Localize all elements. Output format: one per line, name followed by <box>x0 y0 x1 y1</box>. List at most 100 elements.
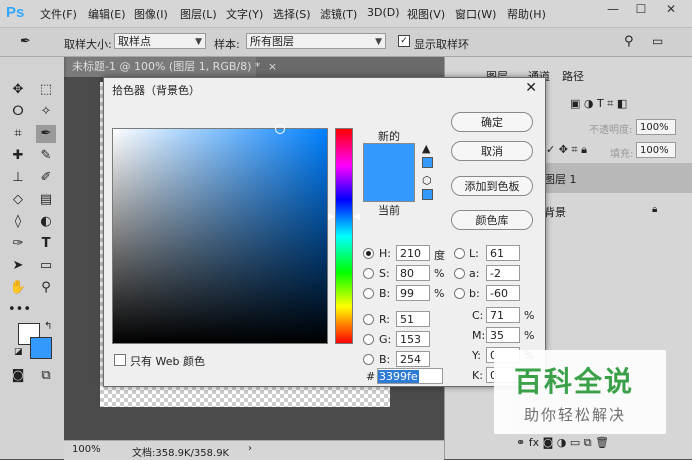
magic-wand-icon[interactable]: ✧ <box>36 103 56 121</box>
input-h[interactable]: 210 <box>396 245 430 261</box>
web-colors-checkbox[interactable] <box>114 354 126 366</box>
layer-name-background[interactable]: 背景 <box>544 204 566 220</box>
radio-blue[interactable] <box>363 354 374 365</box>
saturation-brightness-field[interactable] <box>112 128 328 344</box>
radio-g[interactable] <box>363 334 374 345</box>
background-color-swatch[interactable] <box>30 337 52 359</box>
dodge-tool-icon[interactable]: ◐ <box>36 213 56 231</box>
menu-window[interactable]: 窗口(W) <box>455 6 496 22</box>
type-tool-icon[interactable]: T <box>36 235 56 253</box>
path-select-icon[interactable]: ➤ <box>8 257 28 275</box>
menu-help[interactable]: 帮助(H) <box>507 6 546 22</box>
more-tools-icon[interactable]: ••• <box>8 301 31 319</box>
web-safe-cube-icon[interactable]: ⬡ <box>422 174 432 187</box>
zoom-level[interactable]: 100% <box>72 444 101 455</box>
layer-bottom-icons[interactable]: ⚭ fx ◙ ◑ ▭ ⧉ 🗑︎ <box>516 436 609 450</box>
fill-input[interactable]: 100% <box>636 142 676 158</box>
eraser-tool-icon[interactable]: ◇ <box>8 191 28 209</box>
current-color-swatch[interactable] <box>363 173 415 202</box>
hue-slider-left-arrow[interactable]: ▶ <box>328 212 335 222</box>
menu-filter[interactable]: 滤镜(T) <box>320 6 357 22</box>
close-tab-icon[interactable]: × <box>268 60 277 73</box>
restore-button[interactable]: ☐ <box>628 0 654 20</box>
tab-paths[interactable]: 路径 <box>562 66 584 88</box>
menu-type[interactable]: 文字(Y) <box>226 6 263 22</box>
move-tool-icon[interactable]: ✥ <box>8 81 28 99</box>
show-ring-checkbox[interactable]: ✓ <box>398 35 410 47</box>
document-info: 文档:358.9K/358.9K <box>132 448 230 459</box>
gradient-tool-icon[interactable]: ▤ <box>36 191 56 209</box>
status-arrow-icon[interactable]: › <box>248 443 252 454</box>
radio-lab-b[interactable] <box>454 288 465 299</box>
eyedropper-tool-icon[interactable]: ✒ <box>36 125 56 143</box>
color-picker-marker[interactable] <box>275 124 285 134</box>
hex-input[interactable]: 3399fe <box>377 368 443 384</box>
radio-b[interactable] <box>363 288 374 299</box>
menu-view[interactable]: 视图(V) <box>407 6 445 22</box>
input-blue[interactable]: 254 <box>396 351 430 367</box>
lock-icons[interactable]: ✓ ✥ ⌗ 🔒︎ <box>546 143 587 157</box>
menu-edit[interactable]: 编辑(E) <box>88 6 126 22</box>
marquee-tool-icon[interactable]: ⬚ <box>36 81 56 99</box>
sample-size-select[interactable]: 取样点 ▼ <box>114 33 206 49</box>
workspace-icon[interactable]: ▭ <box>652 34 663 48</box>
input-m[interactable]: 35 <box>486 327 520 343</box>
gamut-swatch[interactable] <box>422 157 433 168</box>
sample-select[interactable]: 所有图层 ▼ <box>246 33 386 49</box>
input-r[interactable]: 51 <box>396 311 430 327</box>
opacity-input[interactable]: 100% <box>636 119 676 135</box>
menu-3d[interactable]: 3D(D) <box>367 6 400 19</box>
default-colors-icon[interactable]: ◪ <box>14 347 23 357</box>
radio-l[interactable] <box>454 248 465 259</box>
search-icon[interactable]: ⚲ <box>624 34 634 49</box>
quick-mask-icon[interactable]: ◙ <box>8 367 28 385</box>
input-l[interactable]: 61 <box>486 245 520 261</box>
color-libraries-button[interactable]: 颜色库 <box>451 210 533 230</box>
hue-slider-right-arrow[interactable]: ◀ <box>353 212 360 222</box>
radio-r[interactable] <box>363 314 374 325</box>
shape-tool-icon[interactable]: ▭ <box>36 257 56 275</box>
color-picker-dialog: 拾色器（背景色） ✕ ▶ ◀ 新的 当前 ▲ ⬡ 确定 取消 添加到色板 颜色库… <box>103 77 546 387</box>
document-tab[interactable]: 未标题-1 @ 100% (图层 1, RGB/8) * × <box>66 57 277 77</box>
zoom-tool-icon[interactable]: ⚲ <box>36 279 56 297</box>
radio-h[interactable] <box>363 248 374 259</box>
stamp-tool-icon[interactable]: ⊥ <box>8 169 28 187</box>
input-a[interactable]: -2 <box>486 265 520 281</box>
label-c: C: <box>472 309 484 322</box>
input-s[interactable]: 80 <box>396 265 430 281</box>
menu-image[interactable]: 图像(I) <box>134 6 168 22</box>
close-window-button[interactable]: ✕ <box>658 0 684 20</box>
history-brush-icon[interactable]: ✐ <box>36 169 56 187</box>
hue-slider[interactable] <box>335 128 353 344</box>
sample-size-label: 取样大小: <box>64 38 112 51</box>
layer-filter-icons[interactable]: ▣ ◑ T ⌗ ◧ <box>570 97 627 111</box>
lasso-tool-icon[interactable]: ⵔ <box>8 103 28 121</box>
brush-tool-icon[interactable]: ✎ <box>36 147 56 165</box>
blur-tool-icon[interactable]: ◊ <box>8 213 28 231</box>
add-to-swatches-button[interactable]: 添加到色板 <box>451 176 533 196</box>
web-safe-swatch[interactable] <box>422 189 433 200</box>
menu-select[interactable]: 选择(S) <box>273 6 311 22</box>
healing-brush-icon[interactable]: ✚ <box>8 147 28 165</box>
crop-tool-icon[interactable]: ⌗ <box>8 125 28 143</box>
menu-layer[interactable]: 图层(L) <box>180 6 217 22</box>
eyedropper-icon[interactable]: ✒ <box>20 34 31 49</box>
input-c[interactable]: 71 <box>486 307 520 323</box>
close-icon[interactable]: ✕ <box>525 80 537 96</box>
pen-tool-icon[interactable]: ✑ <box>8 235 28 253</box>
hand-tool-icon[interactable]: ✋ <box>8 279 28 297</box>
input-b[interactable]: 99 <box>396 285 430 301</box>
minimize-button[interactable]: — <box>600 0 626 20</box>
radio-s[interactable] <box>363 268 374 279</box>
label-k: K: <box>472 369 483 382</box>
radio-a[interactable] <box>454 268 465 279</box>
cancel-button[interactable]: 取消 <box>451 141 533 161</box>
swap-colors-icon[interactable]: ↰ <box>44 321 52 332</box>
gamut-warning-icon[interactable]: ▲ <box>422 142 430 155</box>
input-lab-b[interactable]: -60 <box>486 285 520 301</box>
unit-percent-b: % <box>434 287 445 300</box>
input-g[interactable]: 153 <box>396 331 430 347</box>
screen-mode-icon[interactable]: ⧉ <box>36 367 56 385</box>
ok-button[interactable]: 确定 <box>451 112 533 132</box>
menu-file[interactable]: 文件(F) <box>40 6 77 22</box>
